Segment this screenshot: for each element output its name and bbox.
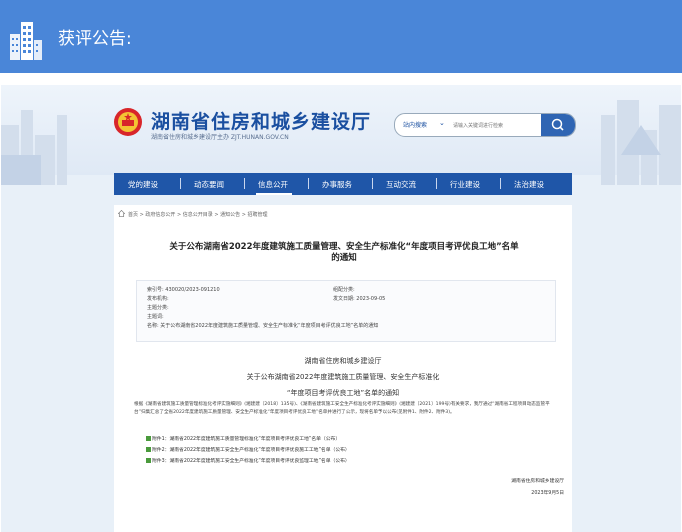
nav-divider <box>436 178 437 189</box>
attachment-link-2[interactable]: 附件2：湖南省2022年度建筑施工安全生产标准化“年度项目考评优良施工工地”名单… <box>146 446 350 453</box>
body-heading-line2: 关于公布湖南省2022年度建筑施工质量管理、安全生产标准化 <box>246 373 440 381</box>
body-heading-org: 湖南省住房和城乡建设厅 <box>304 357 382 365</box>
signature-date: 2023年9月5日 <box>531 491 564 496</box>
body-heading-line3: “年度项目考评优良工地”名单的通知 <box>286 389 400 397</box>
meta-theme: 主题分类: <box>147 305 169 311</box>
nav-item-rule-of-law[interactable]: 法治建设 <box>514 179 544 190</box>
building-icon <box>10 22 42 60</box>
nav-divider <box>500 178 501 189</box>
nav-item-industry[interactable]: 行业建设 <box>450 179 480 190</box>
site-name[interactable]: 湖南省住房和城乡建设厅 <box>151 107 371 134</box>
attachment-link-1[interactable]: 附件1：湖南省2022年度建筑施工质量管理标准化“年度项目考评优良工地”名单（公… <box>146 435 340 442</box>
article-title-line2: 的通知 <box>331 253 357 263</box>
nav-item-services[interactable]: 办事服务 <box>322 179 352 190</box>
attachment-icon <box>146 447 151 452</box>
site-subtitle: 湖南省住房和城乡建设厅主办 ZJT.HUNAN.GOV.CN <box>151 134 289 141</box>
article-content: 首页 > 政府信息公开 > 信息公开目录 > 通知公告 > 招聘管理 关于公布湖… <box>114 205 572 532</box>
site-header: 湖南省住房和城乡建设厅 湖南省住房和城乡建设厅主办 ZJT.HUNAN.GOV.… <box>1 85 681 185</box>
meta-index: 索引号: 430020/2023-091210 <box>147 287 220 293</box>
attachment-icon <box>146 436 151 441</box>
meta-subject: 主题词: <box>147 314 164 320</box>
nav-item-interaction[interactable]: 互动交流 <box>386 179 416 190</box>
attachment-link-3[interactable]: 附件3：湖南省2022年度建筑施工安全生产标准化“年度项目考评优良监理工地”名单… <box>146 457 350 464</box>
national-emblem-icon <box>114 108 142 136</box>
nav-item-info-disclosure[interactable]: 信息公开 <box>258 179 288 190</box>
search-bar: 站内搜索 ⌄ <box>394 113 576 137</box>
nav-item-news[interactable]: 动态要闻 <box>194 179 224 190</box>
search-button[interactable] <box>541 114 575 136</box>
nav-active-indicator <box>256 193 292 195</box>
nav-item-party[interactable]: 党的建设 <box>128 179 158 190</box>
attachment-icon <box>146 458 151 463</box>
nav-divider <box>372 178 373 189</box>
chevron-down-icon[interactable]: ⌄ <box>439 119 445 127</box>
signature-org: 湖南省住房和城乡建设厅 <box>511 479 564 484</box>
spacer <box>0 73 682 85</box>
nav-divider <box>308 178 309 189</box>
main-nav: 党的建设 动态要闻 信息公开 办事服务 互动交流 行业建设 法治建设 <box>114 173 572 195</box>
nav-divider <box>180 178 181 189</box>
meta-date: 发文日期: 2023-09-05 <box>333 296 386 302</box>
meta-name: 名称: 关于公布湖南省2022年度建筑施工质量管理、安全生产标准化“年度项目考评… <box>147 323 379 329</box>
webpage-screenshot: 湖南省住房和城乡建设厅 湖南省住房和城乡建设厅主办 ZJT.HUNAN.GOV.… <box>1 85 681 532</box>
search-input[interactable] <box>451 118 539 134</box>
breadcrumb[interactable]: 首页 > 政府信息公开 > 信息公开目录 > 通知公告 > 招聘管理 <box>128 211 267 218</box>
announcement-banner: 获评公告: <box>0 0 682 73</box>
metadata-box: 索引号: 430020/2023-091210 组配分类: 发布机构: 发文日期… <box>136 280 556 342</box>
article-title: 关于公布湖南省2022年度建筑施工质量管理、安全生产标准化“年度项目考评优良工地… <box>134 242 554 264</box>
search-icon <box>551 118 564 131</box>
home-icon[interactable] <box>118 210 125 217</box>
article-title-line1: 关于公布湖南省2022年度建筑施工质量管理、安全生产标准化“年度项目考评优良工地… <box>169 242 519 252</box>
meta-publisher: 发布机构: <box>147 296 169 302</box>
body-paragraph: 根据《湖南省建筑施工质量管理标准化考评实施细则》(湘建建〔2018〕135号)、… <box>134 402 550 415</box>
search-scope-select[interactable]: 站内搜索 <box>403 120 427 129</box>
nav-divider <box>244 178 245 189</box>
meta-category: 组配分类: <box>333 287 355 293</box>
banner-title: 获评公告: <box>58 29 132 49</box>
